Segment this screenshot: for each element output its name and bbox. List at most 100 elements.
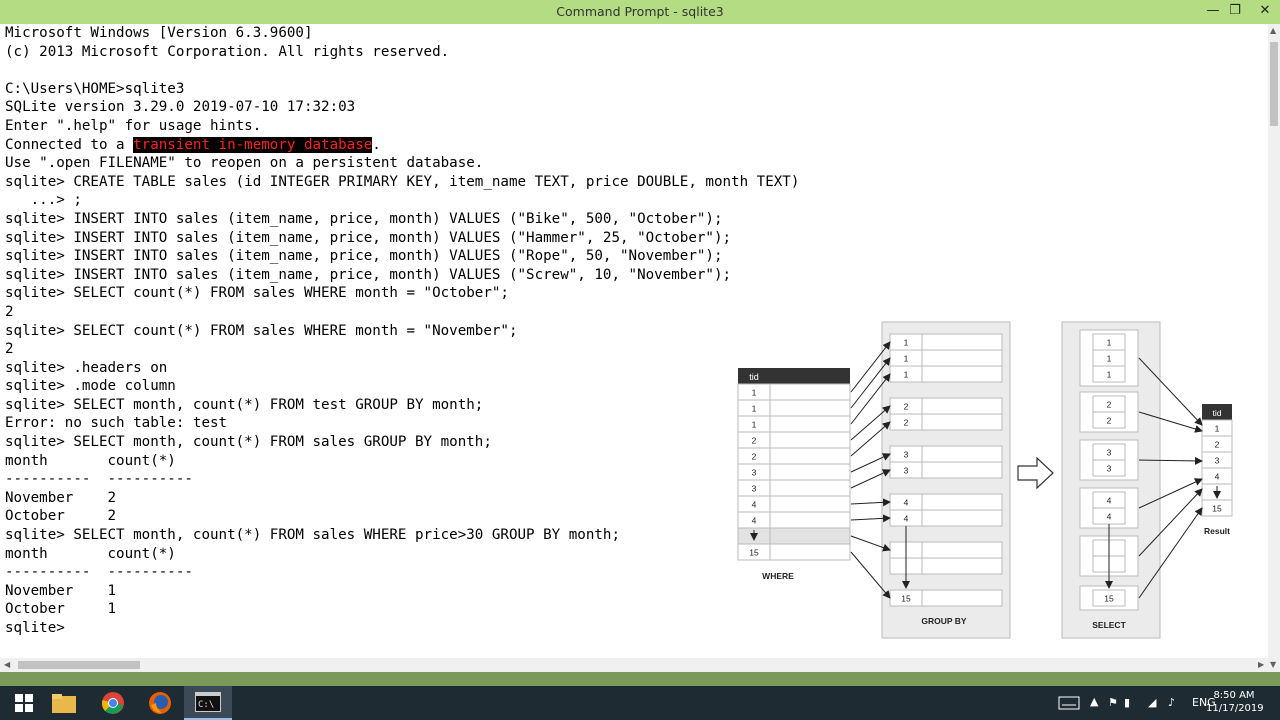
console-line: month count(*) bbox=[5, 452, 176, 469]
result-row-label: 1 bbox=[1215, 424, 1220, 434]
wifi-icon[interactable]: ◢ bbox=[1148, 696, 1156, 709]
where-row-cell bbox=[769, 511, 851, 529]
where-row-cell bbox=[769, 543, 851, 561]
console-line: sqlite> SELECT count(*) FROM sales WHERE… bbox=[5, 322, 518, 339]
firefox-icon bbox=[149, 692, 171, 714]
console-line: 2 bbox=[5, 341, 14, 358]
result-row-label: 2 bbox=[1215, 440, 1220, 450]
command-prompt-icon: C:\ bbox=[195, 692, 221, 712]
scroll-down-icon[interactable]: ▼ bbox=[1270, 660, 1276, 669]
show-hidden-icons-icon[interactable]: ▲ bbox=[1090, 695, 1098, 708]
taskbar[interactable]: C:\ ▲ ⚑ ▮ ◢ ♪ ENG 8:50 AM 11/17/2019 bbox=[0, 686, 1280, 720]
scroll-right-icon[interactable]: ▶ bbox=[1258, 660, 1264, 669]
where-label: WHERE bbox=[762, 571, 794, 581]
group-row-label: 1 bbox=[904, 338, 909, 348]
group-row-label: 3 bbox=[904, 466, 909, 476]
console-line: sqlite> SELECT count(*) FROM sales WHERE… bbox=[5, 285, 509, 302]
select-last-label: 15 bbox=[1104, 594, 1114, 604]
group-row-cell bbox=[921, 365, 1003, 383]
maximize-button[interactable]: ❐ bbox=[1220, 0, 1250, 24]
window-title: Command Prompt - sqlite3 bbox=[556, 4, 724, 19]
taskbar-file-explorer[interactable] bbox=[40, 686, 88, 720]
horizontal-scrollbar[interactable]: ◀ ▶ bbox=[0, 658, 1268, 672]
console-line: month count(*) bbox=[5, 545, 176, 562]
file-explorer-icon bbox=[52, 694, 76, 713]
console-line: sqlite> SELECT month, count(*) FROM sale… bbox=[5, 434, 492, 451]
horizontal-scroll-thumb[interactable] bbox=[18, 661, 140, 669]
battery-icon[interactable]: ▮ bbox=[1124, 696, 1130, 709]
group-row-label: 3 bbox=[904, 450, 909, 460]
clock-date: 11/17/2019 bbox=[1206, 703, 1264, 714]
group-row-label: 1 bbox=[904, 354, 909, 364]
where-row-label: 3 bbox=[752, 484, 757, 494]
group-row-label: 4 bbox=[904, 498, 909, 508]
console-line: Microsoft Windows [Version 6.3.9600] bbox=[5, 25, 313, 41]
console-line: Connected to a transient in-memory datab… bbox=[5, 136, 799, 155]
group-row-cell bbox=[921, 461, 1003, 479]
console-line: sqlite> .headers on bbox=[5, 359, 168, 376]
where-row-label: 15 bbox=[749, 548, 759, 558]
group-row-label: 1 bbox=[904, 370, 909, 380]
result-header-label: tid bbox=[1213, 408, 1222, 418]
taskbar-command-prompt[interactable]: C:\ bbox=[184, 686, 232, 720]
where-row-label: 1 bbox=[752, 388, 757, 398]
svg-text:C:\: C:\ bbox=[198, 700, 214, 710]
scroll-up-icon[interactable]: ▲ bbox=[1270, 26, 1276, 35]
where-header-label: tid bbox=[749, 372, 759, 382]
scroll-left-icon[interactable]: ◀ bbox=[4, 660, 10, 669]
console-line: sqlite> INSERT INTO sales (item_name, pr… bbox=[5, 248, 723, 265]
result-label: Result bbox=[1204, 526, 1230, 536]
group-row-cell bbox=[921, 333, 1003, 351]
vertical-scroll-thumb[interactable] bbox=[1270, 42, 1278, 126]
group-by-label: GROUP BY bbox=[921, 616, 967, 626]
select-row-label: 4 bbox=[1107, 496, 1112, 506]
console-line: ---------- ---------- bbox=[5, 564, 193, 581]
group-row-cell bbox=[921, 397, 1003, 415]
clock[interactable]: 8:50 AM 11/17/2019 bbox=[1206, 689, 1264, 715]
select-label: SELECT bbox=[1092, 620, 1126, 630]
group-row-cell bbox=[921, 557, 1003, 575]
console-line: ...> ; bbox=[5, 192, 82, 209]
select-row-label: 1 bbox=[1107, 338, 1112, 348]
select-row-label: 1 bbox=[1107, 370, 1112, 380]
title-bar[interactable]: Command Prompt - sqlite3 — ❐ ✕ bbox=[0, 0, 1280, 24]
where-row-cell bbox=[769, 399, 851, 417]
group-row-cell bbox=[921, 541, 1003, 559]
select-row-label: 1 bbox=[1107, 354, 1112, 364]
close-button[interactable]: ✕ bbox=[1250, 0, 1280, 24]
taskbar-firefox[interactable] bbox=[136, 686, 184, 720]
console-line: October 2 bbox=[5, 508, 117, 525]
console-line: 2 bbox=[5, 303, 14, 320]
select-row-label: 4 bbox=[1107, 512, 1112, 522]
console-line: (c) 2013 Microsoft Corporation. All righ… bbox=[5, 43, 450, 60]
where-row-label: 4 bbox=[752, 500, 757, 510]
console-line: sqlite> SELECT month, count(*) FROM sale… bbox=[5, 527, 620, 544]
console-line: C:\Users\HOME>sqlite3 bbox=[5, 80, 185, 97]
where-row-cell bbox=[769, 415, 851, 433]
start-icon bbox=[15, 694, 33, 712]
flag-icon[interactable]: ⚑ bbox=[1108, 696, 1118, 709]
scrollbar-corner: ▼ bbox=[1268, 658, 1280, 672]
console-line: sqlite> SELECT month, count(*) FROM test… bbox=[5, 396, 484, 413]
keyboard-icon[interactable] bbox=[1058, 695, 1080, 711]
console-line: sqlite> INSERT INTO sales (item_name, pr… bbox=[5, 229, 732, 246]
taskbar-chrome[interactable] bbox=[89, 686, 137, 720]
where-row-cell bbox=[769, 479, 851, 497]
console-line: November 1 bbox=[5, 582, 117, 599]
where-row-label: 2 bbox=[752, 436, 757, 446]
where-header-blank bbox=[770, 368, 850, 384]
group-row-cell bbox=[921, 413, 1003, 431]
console-line: Enter ".help" for usage hints. bbox=[5, 117, 262, 134]
big-arrow-icon bbox=[1017, 456, 1054, 490]
where-row-label: 2 bbox=[752, 452, 757, 462]
group-row-cell bbox=[921, 349, 1003, 367]
where-row-label: 4 bbox=[752, 516, 757, 526]
where-row-cell bbox=[769, 431, 851, 449]
console-connected-suffix: . bbox=[372, 136, 381, 153]
console-line: Error: no such table: test bbox=[5, 415, 228, 432]
group-row-label: 2 bbox=[904, 418, 909, 428]
group-row-cell bbox=[921, 493, 1003, 511]
vertical-scrollbar[interactable]: ▲ bbox=[1268, 24, 1280, 658]
volume-icon[interactable]: ♪ bbox=[1168, 696, 1175, 709]
